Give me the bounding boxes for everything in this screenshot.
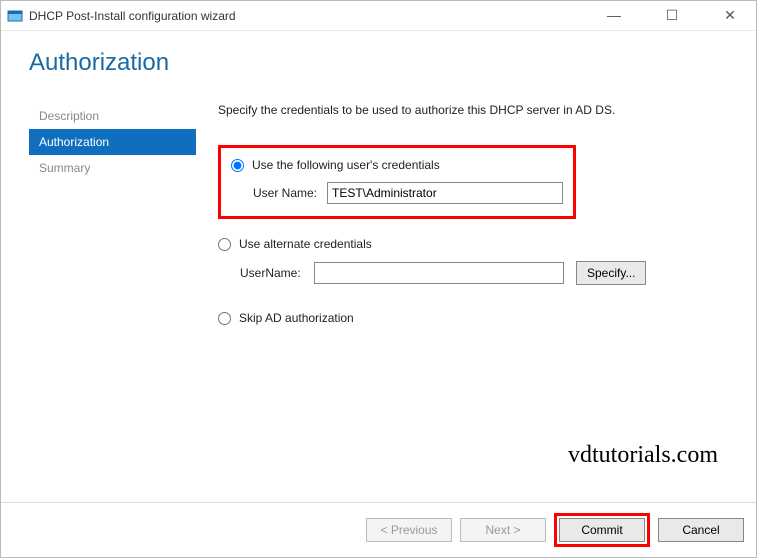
footer: < Previous Next > Commit Cancel — [1, 502, 756, 557]
sidebar-item-authorization[interactable]: Authorization — [29, 129, 196, 155]
commit-button-highlight: Commit — [554, 513, 650, 547]
radio-alternate-label: Use alternate credentials — [239, 237, 372, 251]
radio-use-following[interactable] — [231, 159, 244, 172]
option-use-following-highlight: Use the following user's credentials Use… — [218, 145, 576, 219]
sidebar: Description Authorization Summary — [1, 103, 196, 502]
username-input-1[interactable] — [327, 182, 563, 204]
username-label-2: UserName: — [240, 266, 308, 280]
username-label-1: User Name: — [253, 186, 321, 200]
sidebar-item-description[interactable]: Description — [29, 103, 196, 129]
radio-skip[interactable] — [218, 312, 231, 325]
maximize-button[interactable]: ☐ — [652, 7, 692, 24]
window-title: DHCP Post-Install configuration wizard — [29, 9, 236, 23]
specify-button[interactable]: Specify... — [576, 261, 646, 285]
next-button[interactable]: Next > — [460, 518, 546, 542]
close-button[interactable]: ✕ — [710, 7, 750, 24]
minimize-button[interactable]: — — [594, 7, 634, 24]
instruction-text: Specify the credentials to be used to au… — [218, 103, 726, 117]
commit-button[interactable]: Commit — [559, 518, 645, 542]
app-icon — [7, 8, 23, 24]
radio-skip-label: Skip AD authorization — [239, 311, 354, 325]
watermark: vdtutorials.com — [568, 442, 718, 469]
window-controls: — ☐ ✕ — [594, 7, 750, 24]
cancel-button[interactable]: Cancel — [658, 518, 744, 542]
radio-use-following-label: Use the following user's credentials — [252, 158, 440, 172]
titlebar: DHCP Post-Install configuration wizard —… — [1, 1, 756, 31]
username-input-2[interactable] — [314, 262, 564, 284]
radio-alternate[interactable] — [218, 238, 231, 251]
page-title: Authorization — [1, 31, 756, 103]
previous-button[interactable]: < Previous — [366, 518, 452, 542]
sidebar-item-summary[interactable]: Summary — [29, 155, 196, 181]
